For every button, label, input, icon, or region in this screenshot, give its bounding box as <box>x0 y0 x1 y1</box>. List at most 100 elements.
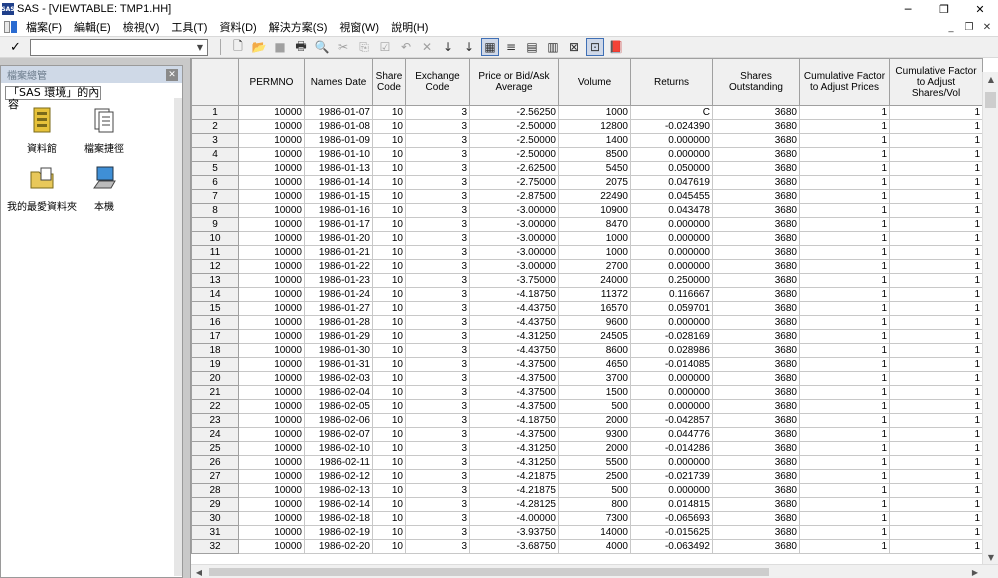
cell-exchange-code[interactable]: 3 <box>405 469 470 484</box>
cell-volume[interactable]: 4650 <box>558 357 631 372</box>
sort-ascending-icon[interactable]: ↓ <box>439 38 457 56</box>
table-row[interactable]: 23 10000 1986-02-06 10 3 -4.18750 2000 -0.04285… <box>191 413 983 428</box>
cell-returns[interactable]: 0.044776 <box>630 427 713 442</box>
cell-permno[interactable]: 10000 <box>238 329 305 344</box>
cell-exchange-code[interactable]: 3 <box>405 455 470 470</box>
cell-names-date[interactable]: 1986-01-30 <box>304 343 373 358</box>
cell-cum-factor-prices[interactable]: 1 <box>799 175 890 190</box>
cell-volume[interactable]: 12800 <box>558 119 631 134</box>
cell-price[interactable]: -3.75000 <box>469 273 559 288</box>
column-header-shares-outstanding[interactable]: Shares Outstanding <box>712 58 800 106</box>
table-row[interactable]: 16 10000 1986-01-28 10 3 -4.43750 9600 0.000000… <box>191 315 983 330</box>
cell-cum-factor-prices[interactable]: 1 <box>799 217 890 232</box>
cell-names-date[interactable]: 1986-01-10 <box>304 147 373 162</box>
cell-volume[interactable]: 24000 <box>558 273 631 288</box>
cell-permno[interactable]: 10000 <box>238 539 305 554</box>
cell-price[interactable]: -4.37500 <box>469 357 559 372</box>
row-number[interactable]: 7 <box>191 189 239 204</box>
cell-cum-factor-prices[interactable]: 1 <box>799 497 890 512</box>
cell-shares-outstanding[interactable]: 3680 <box>712 245 800 260</box>
cell-shares-outstanding[interactable]: 3680 <box>712 301 800 316</box>
column-header-names-date[interactable]: Names Date <box>304 58 373 106</box>
cell-cum-factor-shares[interactable]: 1 <box>889 105 983 120</box>
cell-shares-outstanding[interactable]: 3680 <box>712 189 800 204</box>
cell-returns[interactable]: 0.059701 <box>630 301 713 316</box>
print-preview-icon[interactable]: 🔍 <box>313 38 331 56</box>
cell-cum-factor-prices[interactable]: 1 <box>799 287 890 302</box>
cell-shares-outstanding[interactable]: 3680 <box>712 441 800 456</box>
cell-names-date[interactable]: 1986-01-24 <box>304 287 373 302</box>
cell-share-code[interactable]: 10 <box>372 161 406 176</box>
menu-help[interactable]: 說明(H) <box>385 19 434 35</box>
cell-returns[interactable]: -0.028169 <box>630 329 713 344</box>
cell-exchange-code[interactable]: 3 <box>405 133 470 148</box>
cell-returns[interactable]: 0.045455 <box>630 189 713 204</box>
cell-permno[interactable]: 10000 <box>238 259 305 274</box>
cell-exchange-code[interactable]: 3 <box>405 511 470 526</box>
cell-names-date[interactable]: 1986-02-05 <box>304 399 373 414</box>
cell-cum-factor-prices[interactable]: 1 <box>799 147 890 162</box>
column-header-share-code[interactable]: Share Code <box>372 58 406 106</box>
cell-permno[interactable]: 10000 <box>238 357 305 372</box>
row-number[interactable]: 21 <box>191 385 239 400</box>
command-box[interactable]: ▼ <box>30 38 208 56</box>
cell-shares-outstanding[interactable]: 3680 <box>712 231 800 246</box>
explorer-scrollbar[interactable] <box>174 98 182 576</box>
cell-cum-factor-prices[interactable]: 1 <box>799 441 890 456</box>
cell-exchange-code[interactable]: 3 <box>405 203 470 218</box>
column-header-cum-factor-shares[interactable]: Cumulative Factor to Adjust Shares/Vol <box>889 58 983 106</box>
cell-price[interactable]: -3.68750 <box>469 539 559 554</box>
cell-exchange-code[interactable]: 3 <box>405 259 470 274</box>
cell-permno[interactable]: 10000 <box>238 217 305 232</box>
document-minimize-button[interactable]: _ <box>944 20 958 34</box>
table-row[interactable]: 29 10000 1986-02-14 10 3 -4.28125 800 0.014815 3… <box>191 497 983 512</box>
cell-returns[interactable]: -0.014286 <box>630 441 713 456</box>
cell-names-date[interactable]: 1986-02-11 <box>304 455 373 470</box>
cell-volume[interactable]: 14000 <box>558 525 631 540</box>
cell-cum-factor-prices[interactable]: 1 <box>799 315 890 330</box>
menu-view[interactable]: 檢視(V) <box>117 19 166 35</box>
cell-exchange-code[interactable]: 3 <box>405 287 470 302</box>
cell-volume[interactable]: 1000 <box>558 231 631 246</box>
table-row[interactable]: 28 10000 1986-02-13 10 3 -4.21875 500 0.000000 3… <box>191 483 983 498</box>
cell-price[interactable]: -4.18750 <box>469 413 559 428</box>
cell-share-code[interactable]: 10 <box>372 231 406 246</box>
cell-price[interactable]: -4.18750 <box>469 287 559 302</box>
cut-icon[interactable]: ✂ <box>334 38 352 56</box>
cell-volume[interactable]: 9300 <box>558 427 631 442</box>
row-number[interactable]: 31 <box>191 525 239 540</box>
table-row[interactable]: 8 10000 1986-01-16 10 3 -3.00000 10900 0.043478… <box>191 203 983 218</box>
cell-price[interactable]: -3.00000 <box>469 245 559 260</box>
table-attributes-icon[interactable]: ▥ <box>544 38 562 56</box>
cell-cum-factor-shares[interactable]: 1 <box>889 329 983 344</box>
cell-volume[interactable]: 5500 <box>558 455 631 470</box>
cell-share-code[interactable]: 10 <box>372 441 406 456</box>
cell-exchange-code[interactable]: 3 <box>405 119 470 134</box>
cell-permno[interactable]: 10000 <box>238 427 305 442</box>
table-row[interactable]: 26 10000 1986-02-11 10 3 -4.31250 5500 0.000000… <box>191 455 983 470</box>
row-number[interactable]: 9 <box>191 217 239 232</box>
cell-exchange-code[interactable]: 3 <box>405 385 470 400</box>
table-row[interactable]: 13 10000 1986-01-23 10 3 -3.75000 24000 0.25000… <box>191 273 983 288</box>
column-header-permno[interactable]: PERMNO <box>238 58 305 106</box>
cell-cum-factor-shares[interactable]: 1 <box>889 441 983 456</box>
cell-volume[interactable]: 2075 <box>558 175 631 190</box>
cell-returns[interactable]: 0.000000 <box>630 147 713 162</box>
table-view-icon[interactable]: ▦ <box>481 38 499 56</box>
row-number[interactable]: 5 <box>191 161 239 176</box>
cell-cum-factor-shares[interactable]: 1 <box>889 245 983 260</box>
row-number[interactable]: 19 <box>191 357 239 372</box>
table-row[interactable]: 31 10000 1986-02-19 10 3 -3.93750 14000 -0.0156… <box>191 525 983 540</box>
cell-volume[interactable]: 1400 <box>558 133 631 148</box>
cell-exchange-code[interactable]: 3 <box>405 497 470 512</box>
cell-cum-factor-shares[interactable]: 1 <box>889 231 983 246</box>
cell-returns[interactable]: -0.065693 <box>630 511 713 526</box>
cell-shares-outstanding[interactable]: 3680 <box>712 483 800 498</box>
table-row[interactable]: 11 10000 1986-01-21 10 3 -3.00000 1000 0.000000… <box>191 245 983 260</box>
cell-cum-factor-shares[interactable]: 1 <box>889 161 983 176</box>
cell-volume[interactable]: 24505 <box>558 329 631 344</box>
cell-cum-factor-shares[interactable]: 1 <box>889 385 983 400</box>
cell-cum-factor-prices[interactable]: 1 <box>799 105 890 120</box>
cell-price[interactable]: -4.21875 <box>469 469 559 484</box>
table-row[interactable]: 12 10000 1986-01-22 10 3 -3.00000 2700 0.000000… <box>191 259 983 274</box>
